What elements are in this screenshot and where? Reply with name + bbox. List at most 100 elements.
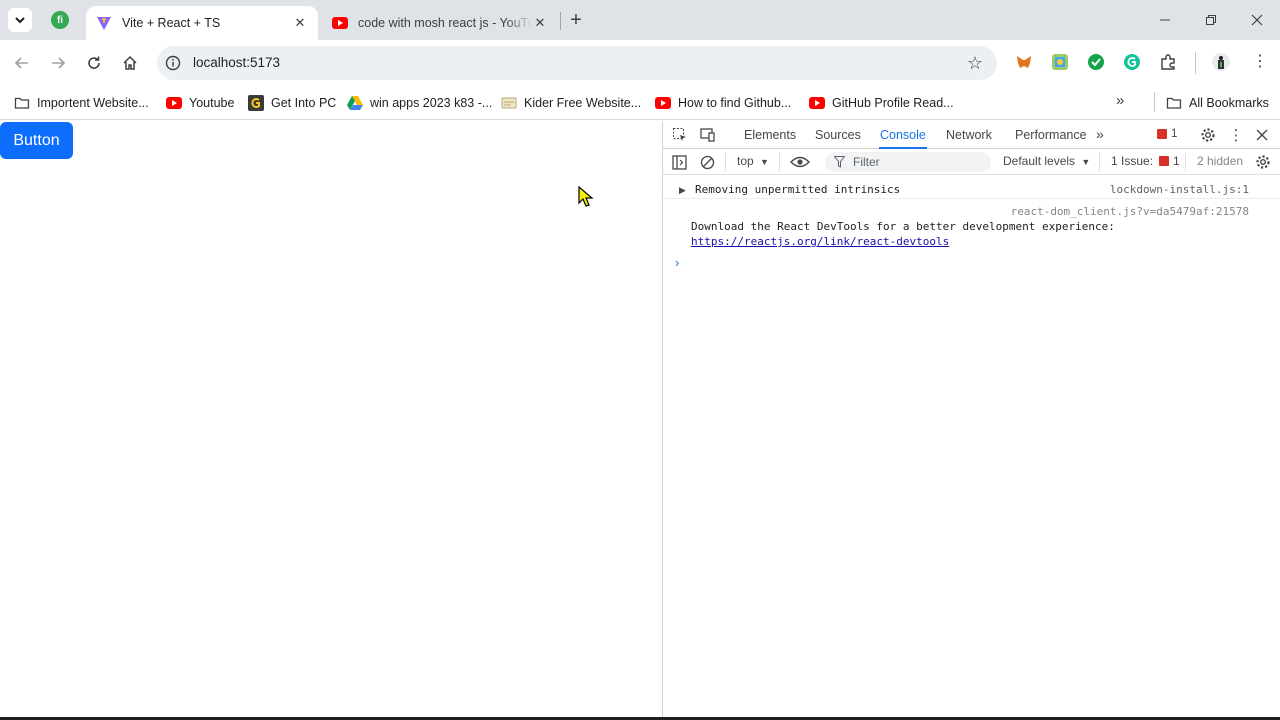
device-toolbar-icon[interactable] (699, 126, 717, 144)
bookmark-win-apps[interactable]: win apps 2023 k83 -... (347, 92, 492, 114)
bookmark-folder-importent[interactable]: Importent Website... (14, 92, 149, 114)
reload-icon (88, 56, 100, 69)
new-tab-button[interactable]: + (566, 9, 586, 31)
issues-button[interactable]: 1 Issue: 1 (1111, 154, 1180, 168)
devtools-tab-console[interactable]: Console (879, 121, 927, 149)
reload-button[interactable] (82, 51, 106, 75)
forward-button[interactable] (46, 51, 70, 75)
bookmarks-divider (1154, 92, 1155, 112)
error-count: 1 (1171, 128, 1178, 140)
back-button[interactable] (10, 51, 34, 75)
bookmark-label: Youtube (189, 96, 235, 110)
toolbar-divider (1185, 153, 1186, 171)
message-source-link[interactable]: react-dom_client.js?v=da5479af:21578 (1011, 205, 1249, 218)
bookmark-github-find[interactable]: How to find Github... (655, 92, 791, 114)
tab-search-button[interactable] (8, 8, 32, 32)
issues-label: 1 Issue: (1111, 154, 1154, 168)
profile-avatar[interactable] (1212, 53, 1230, 71)
context-selector[interactable]: top ▼ (737, 154, 769, 168)
all-bookmarks-button[interactable]: All Bookmarks (1166, 92, 1269, 114)
youtube-icon (655, 97, 671, 109)
close-tab-icon[interactable]: ✕ (532, 15, 548, 31)
metamask-icon[interactable] (1015, 53, 1033, 71)
toolbar-divider (1195, 52, 1196, 74)
green-ext-icon[interactable] (1087, 53, 1105, 71)
sidebar-toggle-icon[interactable] (670, 153, 688, 171)
filter-funnel-icon (834, 156, 845, 168)
bookmark-star-icon[interactable]: ☆ (967, 53, 983, 74)
bookmark-kider[interactable]: Kider Free Website... (501, 92, 641, 114)
all-bookmarks-label: All Bookmarks (1189, 96, 1269, 110)
mouse-cursor-icon (578, 186, 594, 207)
google-drive-icon (347, 96, 363, 110)
bookmark-label: win apps 2023 k83 -... (370, 96, 493, 110)
address-bar[interactable]: localhost:5173 ☆ (157, 46, 997, 80)
toolbar-divider (1099, 153, 1100, 171)
console-toolbar: top ▼ Filter Default levels ▼ 1 Issue: 1… (663, 149, 1280, 175)
tab-title: code with mosh react js - YouTube (358, 16, 532, 30)
tab-youtube[interactable]: code with mosh react js - YouTube ✕ (322, 6, 558, 40)
tab-vite[interactable]: Vite + React + TS ✕ (86, 6, 318, 40)
devtools-menu-icon[interactable]: ⋮ (1227, 126, 1245, 144)
dropdown-arrow-icon: ▼ (760, 157, 769, 167)
browser-menu-icon[interactable]: ⋮ (1252, 53, 1268, 71)
minimize-button[interactable] (1142, 0, 1188, 40)
home-button[interactable] (118, 51, 142, 75)
issue-flag-icon (1159, 156, 1170, 166)
tab-group-icon[interactable]: fi (51, 11, 69, 29)
more-bookmarks-icon[interactable]: » (1116, 92, 1124, 109)
address-text[interactable]: localhost:5173 (193, 55, 280, 70)
close-tab-icon[interactable]: ✕ (292, 15, 308, 31)
context-label: top (737, 154, 754, 168)
devtools-tab-elements[interactable]: Elements (743, 121, 797, 149)
back-arrow-icon (14, 57, 28, 69)
console-message: Download the React DevTools for a better… (691, 220, 1115, 233)
page-icon (501, 97, 517, 109)
devtools-tab-network[interactable]: Network (945, 121, 993, 149)
react-devtools-link[interactable]: https://reactjs.org/link/react-devtools (691, 235, 949, 248)
expand-triangle-icon[interactable]: ▶ (679, 185, 686, 196)
console-prompt-chevron-icon[interactable]: › (675, 255, 679, 270)
inspect-element-icon[interactable] (671, 126, 689, 144)
info-icon[interactable] (165, 55, 181, 71)
message-divider (663, 198, 1280, 199)
toolbar-divider (725, 153, 726, 171)
bookmark-label: Kider Free Website... (524, 96, 642, 110)
forward-arrow-icon (52, 57, 66, 69)
restore-button[interactable] (1188, 0, 1234, 40)
live-expression-eye-icon[interactable] (789, 153, 811, 171)
tab-divider (560, 12, 561, 30)
devtools-panel: Elements Sources Console Network Perform… (662, 121, 1280, 720)
chevron-down-icon (15, 17, 25, 24)
primary-button[interactable]: Button (0, 122, 73, 159)
console-filter-input[interactable]: Filter (825, 152, 991, 172)
log-levels-dropdown[interactable]: Default levels ▼ (1003, 154, 1090, 168)
console-settings-gear-icon[interactable] (1254, 153, 1272, 171)
grammarly-icon[interactable] (1123, 53, 1141, 71)
devtools-tab-performance[interactable]: Performance (1014, 121, 1088, 149)
photo-ext-icon[interactable] (1051, 53, 1069, 71)
issues-count: 1 (1173, 154, 1180, 168)
message-source-link[interactable]: lockdown-install.js:1 (1110, 183, 1249, 196)
bookmark-github-profile[interactable]: GitHub Profile Read... (809, 92, 954, 114)
devtools-tab-sources[interactable]: Sources (814, 121, 862, 149)
bookmark-label: Get Into PC (271, 96, 337, 110)
puzzle-icon[interactable] (1159, 53, 1177, 71)
filter-placeholder: Filter (853, 155, 880, 169)
settings-gear-icon[interactable] (1199, 126, 1217, 144)
bookmark-getintopc[interactable]: Get Into PC (248, 92, 336, 114)
minimize-icon (1160, 19, 1170, 21)
folder-icon (1166, 97, 1182, 109)
more-tabs-icon[interactable]: » (1096, 126, 1104, 142)
error-counter[interactable]: 1 (1157, 128, 1177, 140)
home-icon (123, 55, 137, 70)
bookmark-label: Importent Website... (37, 96, 149, 110)
bookmark-youtube[interactable]: Youtube (166, 92, 234, 114)
clear-console-icon[interactable] (698, 153, 716, 171)
tab-title: Vite + React + TS (122, 16, 221, 30)
close-window-button[interactable] (1234, 0, 1280, 40)
hidden-count: 2 hidden (1197, 154, 1244, 168)
youtube-icon (332, 15, 348, 31)
close-devtools-icon[interactable] (1253, 126, 1271, 144)
bookmark-label: GitHub Profile Read... (832, 96, 954, 110)
